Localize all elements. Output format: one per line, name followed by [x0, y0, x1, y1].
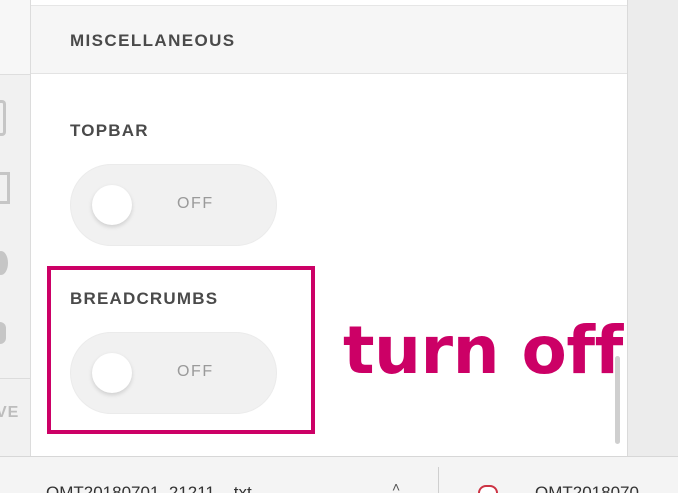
toggle-state: OFF [177, 195, 214, 212]
annotation-text: turn off [343, 312, 623, 389]
chevron-up-icon[interactable]: ˄ [392, 479, 400, 493]
section-title: MISCELLANEOUS [70, 31, 236, 50]
gear-icon[interactable] [0, 322, 6, 344]
topbar-toggle[interactable]: OFF [70, 164, 277, 246]
downloads-bar: OMT20180701_21211....txt ˄ OMT2018070 [0, 456, 678, 493]
divider [0, 378, 30, 379]
topbar-label: TOPBAR [70, 121, 149, 140]
divider [438, 467, 439, 493]
layout-icon[interactable] [0, 172, 10, 204]
circle-icon[interactable] [0, 251, 8, 275]
toggle-knob [92, 185, 132, 225]
annotation-highlight-box [47, 266, 315, 434]
save-button-partial[interactable]: VE [0, 404, 19, 422]
left-toolbar: VE [0, 0, 31, 456]
section-header[interactable]: MISCELLANEOUS [31, 6, 627, 74]
left-toolbar-top [0, 0, 30, 75]
page-icon[interactable] [0, 100, 6, 136]
right-margin [627, 0, 678, 456]
